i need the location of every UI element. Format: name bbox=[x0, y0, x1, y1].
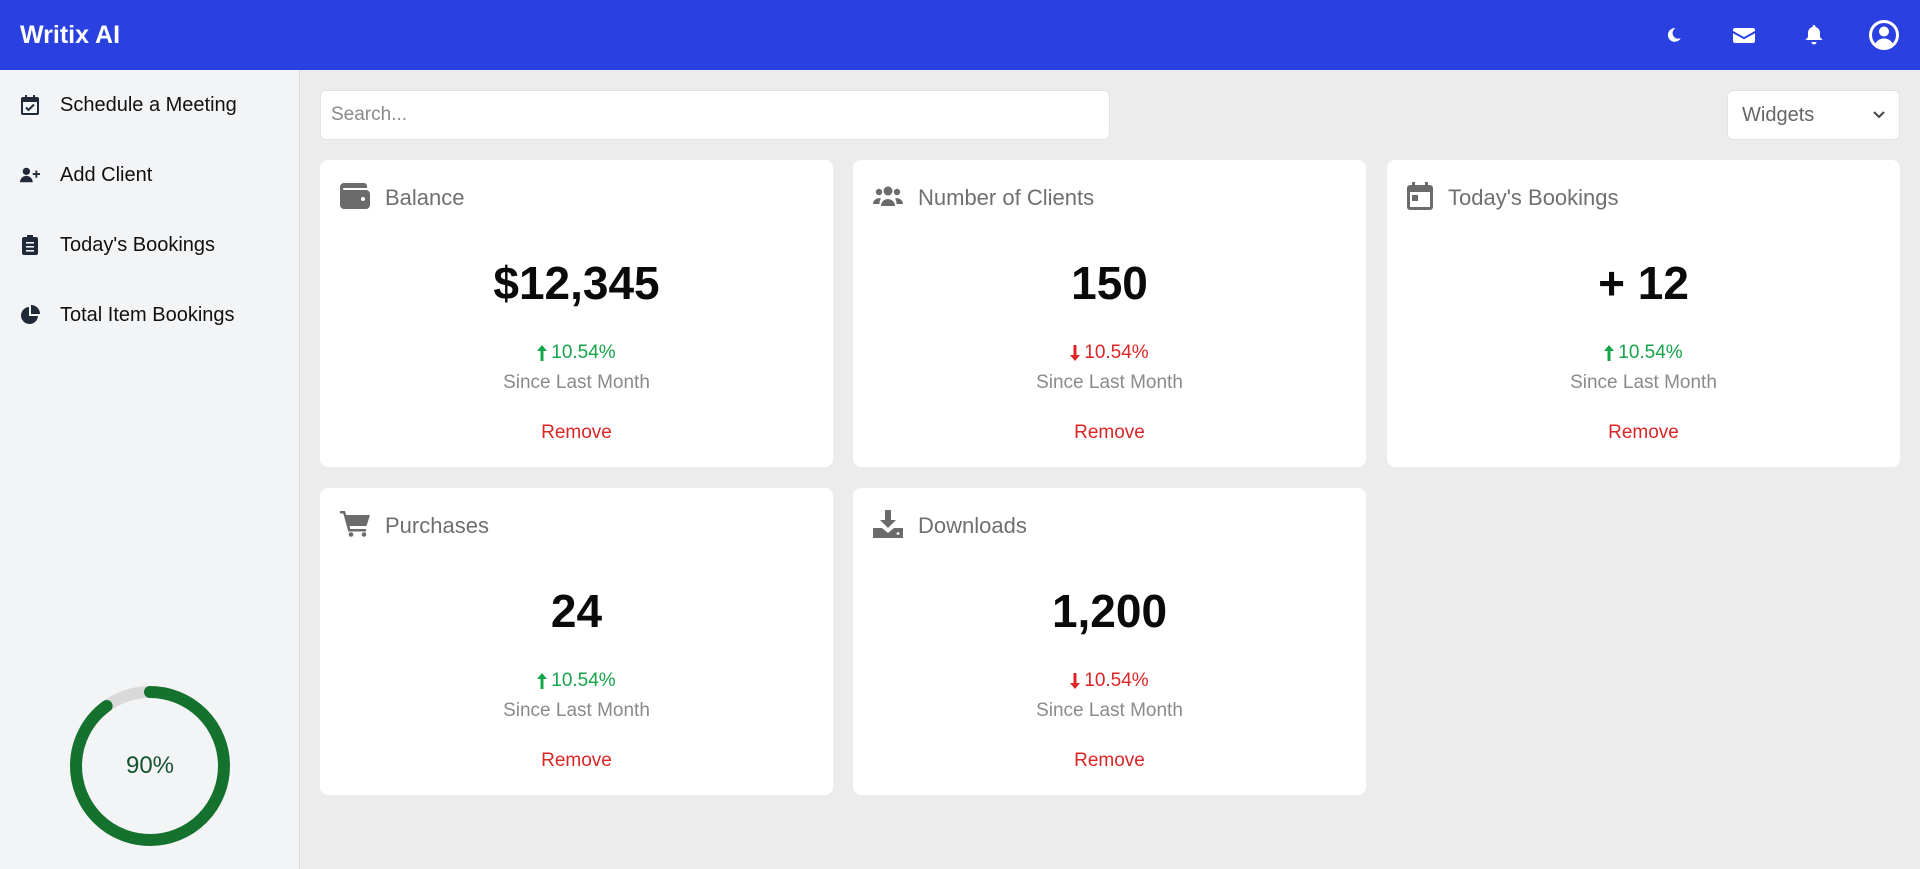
card-value: 1,200 bbox=[1051, 585, 1168, 637]
remove-button[interactable]: Remove bbox=[853, 750, 1366, 772]
widgets-select[interactable]: Widgets bbox=[1727, 90, 1900, 140]
sidebar-item-label: Schedule a Meeting bbox=[60, 93, 237, 116]
sidebar-item-label: Today's Bookings bbox=[60, 233, 216, 256]
card-header: Balance bbox=[340, 180, 465, 216]
stat-card-purchases: Purchases 24 10.54% Since Last Month Rem… bbox=[320, 488, 833, 795]
chevron-down-icon bbox=[1873, 106, 1885, 124]
app-title[interactable]: Writix AI bbox=[20, 21, 120, 50]
sidebar-item-add-client[interactable]: Add Client bbox=[0, 140, 299, 210]
calendar-icon bbox=[1407, 181, 1433, 215]
arrow-down-icon bbox=[1070, 673, 1081, 689]
stat-card-balance: Balance $12,345 10.54% Since Last Month … bbox=[320, 160, 833, 467]
sidebar: Schedule a Meeting Add Client Today's Bo… bbox=[0, 70, 300, 869]
card-change: 10.54% bbox=[1387, 342, 1900, 364]
remove-button[interactable]: Remove bbox=[853, 422, 1366, 444]
card-since-label: Since Last Month bbox=[1036, 700, 1183, 721]
card-value: 150 bbox=[1071, 257, 1148, 309]
remove-button[interactable]: Remove bbox=[1387, 422, 1900, 444]
arrow-up-icon bbox=[537, 673, 548, 689]
card-title: Downloads bbox=[918, 513, 1027, 538]
moon-icon[interactable] bbox=[1658, 19, 1690, 51]
card-title: Purchases bbox=[385, 513, 489, 538]
card-header: Downloads bbox=[873, 508, 1027, 544]
widgets-select-value: Widgets bbox=[1742, 103, 1815, 126]
card-since-label: Since Last Month bbox=[1036, 372, 1183, 393]
stat-card-clients: Number of Clients 150 10.54% Since Last … bbox=[853, 160, 1366, 467]
card-change-value: 10.54% bbox=[1084, 670, 1149, 691]
progress-ring: 90% bbox=[68, 684, 232, 848]
topbar-actions bbox=[1620, 19, 1900, 51]
card-change-value: 10.54% bbox=[551, 670, 616, 691]
user-circle-icon[interactable] bbox=[1868, 19, 1900, 51]
sidebar-item-label: Total Item Bookings bbox=[60, 303, 235, 326]
card-title: Balance bbox=[385, 185, 465, 210]
chart-pie-icon bbox=[20, 305, 40, 325]
card-change: 10.54% bbox=[853, 342, 1366, 364]
bell-icon[interactable] bbox=[1798, 19, 1830, 51]
card-header: Today's Bookings bbox=[1407, 180, 1619, 216]
wallet-icon bbox=[340, 182, 370, 214]
cart-icon bbox=[340, 510, 370, 542]
card-change-value: 10.54% bbox=[1084, 342, 1149, 363]
download-icon bbox=[873, 509, 903, 543]
card-change-value: 10.54% bbox=[551, 342, 616, 363]
sidebar-item-label: Add Client bbox=[60, 163, 153, 186]
card-since-label: Since Last Month bbox=[503, 700, 650, 721]
sidebar-item-schedule-meeting[interactable]: Schedule a Meeting bbox=[0, 70, 299, 140]
arrow-down-icon bbox=[1070, 345, 1081, 361]
users-icon bbox=[873, 185, 903, 212]
card-value: $12,345 bbox=[493, 257, 660, 309]
sidebar-item-total-item-bookings[interactable]: Total Item Bookings bbox=[0, 280, 299, 350]
card-value: + 12 bbox=[1598, 257, 1689, 309]
card-change-value: 10.54% bbox=[1618, 342, 1683, 363]
remove-button[interactable]: Remove bbox=[320, 422, 833, 444]
card-header: Number of Clients bbox=[873, 180, 1094, 216]
stat-card-todays-bookings: Today's Bookings + 12 10.54% Since Last … bbox=[1387, 160, 1900, 467]
card-change: 10.54% bbox=[853, 670, 1366, 692]
arrow-up-icon bbox=[537, 345, 548, 361]
calendar-check-icon bbox=[20, 95, 40, 115]
sidebar-item-todays-bookings[interactable]: Today's Bookings bbox=[0, 210, 299, 280]
remove-button[interactable]: Remove bbox=[320, 750, 833, 772]
card-title: Number of Clients bbox=[918, 185, 1095, 210]
card-change: 10.54% bbox=[320, 342, 833, 364]
arrow-up-icon bbox=[1604, 345, 1615, 361]
card-value: 24 bbox=[550, 585, 603, 637]
card-title: Today's Bookings bbox=[1448, 185, 1619, 210]
progress-ring-label: 90% bbox=[125, 752, 175, 779]
card-since-label: Since Last Month bbox=[1570, 372, 1717, 393]
card-header: Purchases bbox=[340, 508, 489, 544]
stat-card-downloads: Downloads 1,200 10.54% Since Last Month … bbox=[853, 488, 1366, 795]
envelope-icon[interactable] bbox=[1728, 19, 1760, 51]
top-navbar: Writix AI bbox=[0, 0, 1920, 70]
user-plus-icon bbox=[20, 165, 40, 185]
card-change: 10.54% bbox=[320, 670, 833, 692]
clipboard-list-icon bbox=[20, 235, 40, 255]
card-since-label: Since Last Month bbox=[503, 372, 650, 393]
search-input[interactable] bbox=[320, 90, 1110, 140]
